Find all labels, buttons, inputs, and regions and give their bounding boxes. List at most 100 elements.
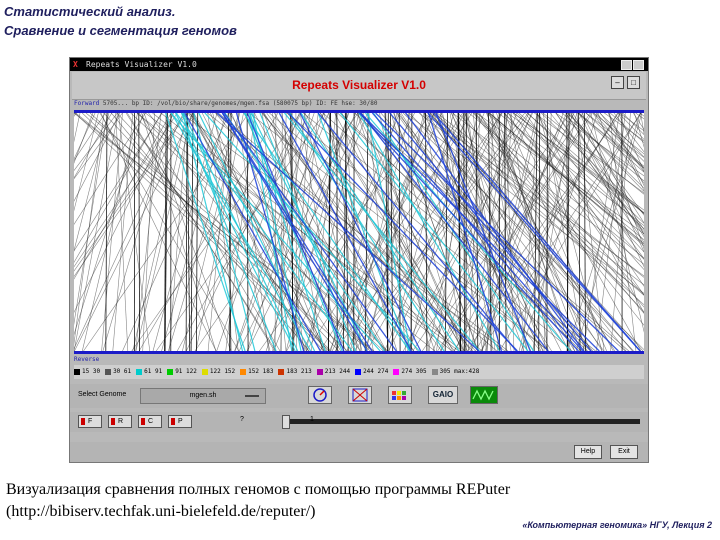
legend-swatch xyxy=(355,368,362,375)
legend-item: 213 244 xyxy=(316,365,350,379)
legend-item: 30 61 xyxy=(105,365,131,379)
run-button[interactable] xyxy=(470,386,498,404)
repeat-line xyxy=(169,112,188,352)
legend-swatch xyxy=(316,368,323,375)
legend-label: 122 152 xyxy=(209,368,236,375)
checkbox-indicator xyxy=(171,417,175,425)
zoom-tool-button[interactable] xyxy=(348,386,372,404)
legend-label: 91 122 xyxy=(175,368,197,375)
repeats-plot-svg xyxy=(74,110,644,354)
compass-icon xyxy=(313,388,327,402)
legend-item: 91 122 xyxy=(167,365,197,379)
forward-checkbox[interactable]: F xyxy=(78,415,102,428)
slide-caption: Визуализация сравнения полных геномов с … xyxy=(6,479,510,523)
length-slider-track[interactable] xyxy=(282,419,640,424)
legend-label: 152 183 xyxy=(248,368,274,375)
legend-item: 122 152 xyxy=(201,365,236,379)
legend-label: 305 max:428 xyxy=(439,368,480,375)
slider-row: F R C P ? 1 xyxy=(70,412,648,432)
title-line-2: Сравнение и сегментация геномов xyxy=(4,23,237,38)
exit-button[interactable]: Exit xyxy=(610,445,638,459)
legend-swatch xyxy=(105,368,112,375)
forward-checkbox-label: F xyxy=(88,418,93,425)
legend-item: 15 30 xyxy=(74,365,100,379)
reverse-axis xyxy=(74,351,644,354)
repeat-line xyxy=(100,112,217,352)
legend-swatch xyxy=(74,368,80,375)
minimize-button[interactable]: – xyxy=(611,76,624,89)
legend-label: 183 213 xyxy=(286,368,312,375)
legend-label: 30 61 xyxy=(113,368,132,375)
compass-tool-button[interactable] xyxy=(308,386,332,404)
legend-label: 61 91 xyxy=(144,368,163,375)
help-button[interactable]: Help xyxy=(574,445,602,459)
forward-sequence-row: Forward 5705... bp ID: /vol/bio/share/ge… xyxy=(74,100,644,108)
repeats-plot[interactable] xyxy=(74,110,644,354)
palindrome-checkbox[interactable]: P xyxy=(168,415,192,428)
legend-swatch xyxy=(393,368,400,375)
legend-item: 244 274 xyxy=(355,365,388,379)
repeat-line xyxy=(465,112,467,352)
reverse-label: Reverse xyxy=(74,356,100,363)
checkbox-indicator xyxy=(111,417,115,425)
title-line-1: Статистический анализ. xyxy=(4,4,176,19)
legend-swatch xyxy=(167,368,174,375)
color-tool-button[interactable] xyxy=(388,386,412,404)
slide-title: Статистический анализ. Сравнение и сегме… xyxy=(4,2,237,40)
reputer-window: X Repeats Visualizer V1.0 Repeats Visual… xyxy=(69,57,649,463)
control-bar: Select Genome mgen.sh GAIO xyxy=(70,384,648,408)
complement-checkbox[interactable]: C xyxy=(138,415,162,428)
minimize-icon[interactable] xyxy=(621,60,632,70)
dropdown-icon xyxy=(245,395,259,397)
forward-label: Forward xyxy=(74,100,100,107)
palette-icon xyxy=(392,391,406,400)
gaio-button[interactable]: GAIO xyxy=(428,386,458,404)
repeat-line xyxy=(74,112,194,352)
forward-info: 5705... bp ID: /vol/bio/share/genomes/mg… xyxy=(102,100,378,107)
legend-item: 61 91 xyxy=(136,365,162,379)
checkbox-indicator xyxy=(81,417,85,425)
caption-line-2: (http://bibiserv.techfak.uni-bielefeld.d… xyxy=(6,503,316,520)
checkbox-indicator xyxy=(141,417,145,425)
app-banner: Repeats Visualizer V1.0 – □ xyxy=(72,72,646,100)
repeat-line xyxy=(409,112,467,352)
repeat-lines xyxy=(74,112,644,352)
legend-item: 183 213 xyxy=(278,365,312,379)
length-slider-thumb[interactable] xyxy=(282,415,290,429)
legend-label: 15 30 xyxy=(82,368,101,375)
legend-item: 152 183 xyxy=(240,365,273,379)
repeat-line xyxy=(185,112,188,352)
repeat-line xyxy=(585,112,644,158)
legend-item: 274 305 xyxy=(393,365,427,379)
repeat-line xyxy=(246,112,249,352)
legend-swatch xyxy=(431,368,438,375)
forward-axis xyxy=(74,110,644,113)
slider-value: 1 xyxy=(310,416,314,423)
repeat-line xyxy=(538,112,603,352)
zoom-icon xyxy=(352,388,368,402)
window-titlebar: X Repeats Visualizer V1.0 xyxy=(70,58,648,71)
maximize-icon[interactable] xyxy=(633,60,644,70)
repeat-line xyxy=(74,112,76,116)
legend-swatch xyxy=(240,368,247,375)
close-icon[interactable]: X xyxy=(73,58,78,71)
legend-swatch xyxy=(136,368,143,375)
window-title: Repeats Visualizer V1.0 xyxy=(86,60,197,69)
legend-item: 305 max:428 xyxy=(431,365,480,379)
reverse-sequence-row: Reverse xyxy=(74,356,644,364)
genome-select-value: mgen.sh xyxy=(189,392,217,399)
reverse-checkbox[interactable]: R xyxy=(108,415,132,428)
maximize-button[interactable]: □ xyxy=(627,76,640,89)
complement-checkbox-label: C xyxy=(148,418,154,425)
legend-label: 274 305 xyxy=(401,368,427,375)
gaio-label: GAIO xyxy=(432,390,454,399)
legend-swatch xyxy=(201,368,208,375)
reverse-checkbox-label: R xyxy=(118,418,124,425)
color-legend: 15 30 30 61 61 91 91 122 122 152 152 183 183 2… xyxy=(74,365,644,379)
repeat-line xyxy=(115,112,129,352)
repeat-line xyxy=(74,112,123,180)
palindrome-checkbox-label: P xyxy=(178,418,183,425)
caption-line-1: Визуализация сравнения полных геномов с … xyxy=(6,481,511,498)
genome-select[interactable]: mgen.sh xyxy=(140,388,266,404)
legend-label: 244 274 xyxy=(363,368,389,375)
